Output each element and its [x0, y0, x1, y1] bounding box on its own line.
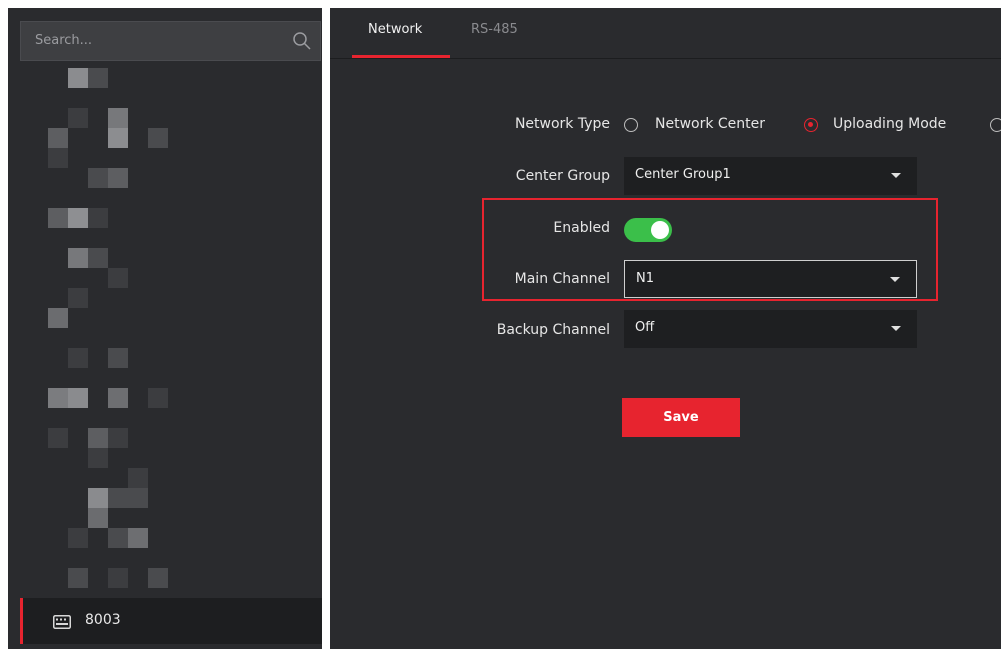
device-list-item-selected[interactable]: 8003 — [20, 598, 322, 644]
center-group-value: Center Group1 — [635, 167, 731, 182]
backup-channel-label: Backup Channel — [496, 322, 610, 338]
search-box[interactable]: Search... — [20, 21, 321, 61]
active-tab-indicator — [352, 55, 450, 58]
device-label: 8003 — [85, 612, 121, 628]
network-center-radio[interactable] — [624, 118, 638, 132]
backup-channel-value: Off — [635, 320, 655, 335]
highlight-annotation-box — [482, 198, 938, 301]
dropdown-arrow-icon — [891, 173, 901, 178]
center-group-label: Center Group — [515, 168, 610, 184]
uploading-mode-label[interactable]: Uploading Mode — [833, 116, 946, 132]
uploading-mode-radio[interactable] — [804, 118, 818, 132]
tab-rs-485[interactable]: RS-485 — [471, 22, 518, 37]
tab-network[interactable]: Network — [368, 22, 422, 37]
dropdown-arrow-icon — [891, 326, 901, 331]
network-center-label[interactable]: Network Center — [655, 116, 765, 132]
main-panel: Network RS-485 Network Type Network Cent… — [330, 8, 1001, 649]
search-input[interactable]: Search... — [35, 33, 92, 48]
backup-channel-select[interactable]: Off — [624, 310, 917, 348]
search-icon[interactable] — [292, 31, 312, 55]
device-keyboard-icon — [53, 614, 71, 633]
save-button[interactable]: Save — [622, 398, 740, 437]
blurred-device-tree — [48, 68, 188, 588]
network-type-label: Network Type — [514, 116, 610, 132]
network-type-radio-3-partial[interactable] — [990, 118, 1001, 132]
tab-bar: Network RS-485 — [330, 8, 1001, 59]
center-group-select[interactable]: Center Group1 — [624, 157, 917, 195]
device-sidebar: Search... 8003 — [8, 8, 322, 649]
